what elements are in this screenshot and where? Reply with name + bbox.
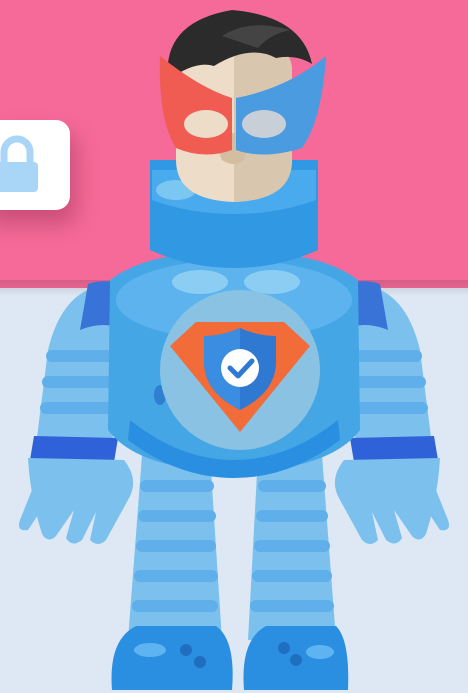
right-hand [334, 458, 449, 544]
right-leg [248, 455, 336, 640]
right-boot [243, 626, 349, 690]
chest-emblem [160, 290, 320, 450]
left-boot [111, 626, 233, 690]
left-leg [128, 455, 222, 640]
superhero-mascot-icon [19, 10, 449, 690]
left-hand [19, 458, 134, 544]
